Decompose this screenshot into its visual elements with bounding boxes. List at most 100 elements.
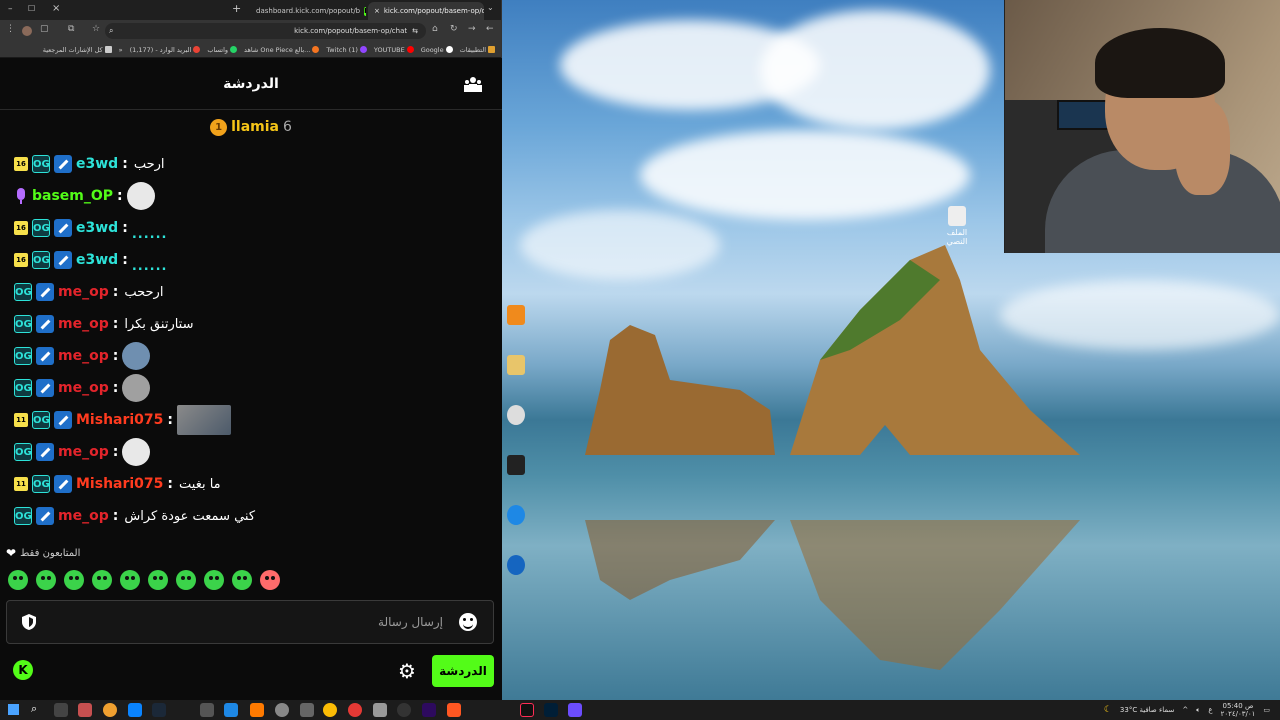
tab-search-icon[interactable]: ⌄ [487, 3, 494, 12]
taskbar-app-icon[interactable] [200, 703, 214, 717]
taskbar-app-icon[interactable] [568, 703, 582, 717]
home-icon[interactable]: ⌂ [432, 24, 438, 34]
chat-username[interactable]: me_op [58, 444, 109, 460]
file-explorer-icon[interactable] [300, 703, 314, 717]
minimize-icon[interactable]: – [8, 4, 13, 14]
users-icon[interactable] [464, 76, 482, 92]
chat-send-button[interactable]: الدردشة [432, 655, 494, 687]
emote-icon[interactable] [204, 570, 224, 590]
mail-icon[interactable] [128, 703, 142, 717]
chat-username[interactable]: me_op [58, 380, 109, 396]
emote-icon[interactable] [260, 570, 280, 590]
bookmark-onepiece[interactable]: شاهد One Piece بالع... [244, 46, 320, 54]
chat-username[interactable]: e3wd [76, 252, 118, 268]
chat-message[interactable]: OG me_op: كني سمعت عودة كراش [14, 504, 255, 528]
bookmark-apps[interactable]: التطبيقات [460, 46, 495, 54]
weather-text[interactable]: 33°C سماء صافية [1120, 706, 1174, 714]
chat-username[interactable]: Mishari075 [76, 412, 163, 428]
notification-icon[interactable]: ▭ [1263, 706, 1270, 714]
taskbar-app-icon[interactable] [224, 703, 238, 717]
tab-chat[interactable]: × kick.com/popout/basem-op/ch K [368, 2, 484, 20]
emote-icon[interactable] [36, 570, 56, 590]
bookmark-star-icon[interactable]: ☆ [92, 24, 100, 34]
taskbar-app-icon[interactable] [373, 703, 387, 717]
bookmark-gmail[interactable]: البريد الوارد - (1,177) [130, 46, 201, 54]
reload-icon[interactable]: ↻ [450, 24, 458, 34]
edge-desktop-icon[interactable] [502, 505, 530, 527]
chat-username[interactable]: e3wd [76, 156, 118, 172]
chat-message[interactable]: OG me_op: ارححب [14, 280, 163, 304]
emote-icon[interactable] [64, 570, 84, 590]
chrome-icon[interactable] [323, 703, 337, 717]
brave-icon[interactable] [447, 703, 461, 717]
emote-icon[interactable] [8, 570, 28, 590]
taskbar-app-icon[interactable] [78, 703, 92, 717]
menu-icon[interactable]: ⋮ [6, 24, 15, 34]
forward-icon[interactable]: → [468, 24, 476, 34]
taskbar-app-icon[interactable] [103, 703, 117, 717]
language-indicator[interactable]: ع [1208, 706, 1212, 714]
chat-message[interactable]: OG me_op: ستارتنق بكرا [14, 312, 194, 336]
taskbar-app-icon[interactable] [250, 703, 264, 717]
photoshop-icon[interactable] [544, 703, 558, 717]
chat-image-thumbnail[interactable] [177, 405, 232, 435]
search-icon[interactable]: ⌕ [31, 702, 37, 716]
chat-message[interactable]: 16 OG e3wd:...... [14, 216, 167, 242]
taskbar-app-icon[interactable] [348, 703, 362, 717]
close-icon[interactable]: × [52, 3, 60, 14]
premiere-icon[interactable] [422, 703, 436, 717]
chat-message[interactable]: OG me_op: [14, 438, 151, 466]
emote-icon[interactable] [176, 570, 196, 590]
tab-close-icon[interactable]: × [374, 7, 380, 15]
site-info-icon[interactable]: ⇆ [412, 27, 418, 35]
app-desktop-icon[interactable] [502, 455, 530, 477]
chat-username[interactable]: me_op [58, 284, 109, 300]
volume-icon[interactable]: 🔈︎ [1196, 706, 1200, 715]
taskbar-app-icon[interactable] [397, 703, 411, 717]
shield-icon[interactable] [21, 613, 37, 631]
chat-username[interactable]: e3wd [76, 220, 118, 236]
chat-message[interactable]: 11 OG Mishari075: [14, 405, 232, 435]
share-icon[interactable]: ⧉ [68, 24, 74, 34]
bookmark-whatsapp[interactable]: واتساب [207, 46, 238, 54]
emote-icon[interactable] [232, 570, 252, 590]
app2-desktop-icon[interactable] [502, 555, 530, 577]
obs-desktop-icon[interactable] [502, 405, 530, 427]
chat-username[interactable]: me_op [58, 348, 109, 364]
profile-avatar[interactable] [22, 26, 32, 36]
vlc-desktop-icon[interactable] [502, 305, 530, 327]
chat-message[interactable]: 16 OG e3wd: ارحب [14, 152, 165, 176]
task-view-icon[interactable] [54, 703, 68, 717]
chat-message-input[interactable] [7, 615, 493, 629]
maximize-icon[interactable]: ☐ [28, 4, 35, 13]
chat-message[interactable]: basem_OP: [14, 182, 155, 210]
chat-message[interactable]: 16 OG e3wd:...... [14, 248, 167, 274]
top-gifter[interactable]: 1 llamia 6 [0, 110, 502, 144]
steam-icon[interactable] [152, 703, 166, 717]
bookmark-youtube[interactable]: YOUTUBE [374, 46, 414, 54]
bookmark-all[interactable]: كل الإشارات المرجعية [43, 46, 112, 54]
chat-username[interactable]: me_op [58, 316, 109, 332]
taskbar-app-icon[interactable] [275, 703, 289, 717]
chat-username[interactable]: Mishari075 [76, 476, 163, 492]
chat-message[interactable]: OG me_op: [14, 342, 151, 370]
settings-gear-icon[interactable]: ⚙ [396, 660, 418, 682]
chat-username[interactable]: me_op [58, 508, 109, 524]
extensions-icon[interactable]: ▢ [40, 24, 49, 34]
address-bar[interactable]: ⌕ kick.com/popout/basem-op/chat ⇆ [105, 23, 426, 39]
chevron-up-icon[interactable]: ^ [1182, 706, 1188, 714]
tab-dashboard[interactable]: dashboard.kick.com/popout/b K [250, 2, 366, 20]
back-icon[interactable]: ← [486, 24, 494, 34]
chat-message[interactable]: 11 OG Mishari075: ما بغيت [14, 472, 221, 496]
kick-logo-icon[interactable]: K [13, 660, 33, 680]
folder-desktop-icon[interactable] [502, 355, 530, 377]
tiktok-icon[interactable] [520, 703, 534, 717]
clock[interactable]: 05:40 ص ٢٠٢٤/٠٣/٠١ [1221, 702, 1256, 718]
emote-icon[interactable] [148, 570, 168, 590]
bookmark-twitch[interactable]: Twitch (1) [326, 46, 367, 54]
chat-username[interactable]: basem_OP [32, 188, 113, 204]
desktop-file-icon[interactable]: الملف النصي [943, 206, 971, 246]
emote-icon[interactable] [120, 570, 140, 590]
chat-message[interactable]: OG me_op: [14, 374, 151, 402]
bookmark-google[interactable]: Google [421, 46, 453, 54]
